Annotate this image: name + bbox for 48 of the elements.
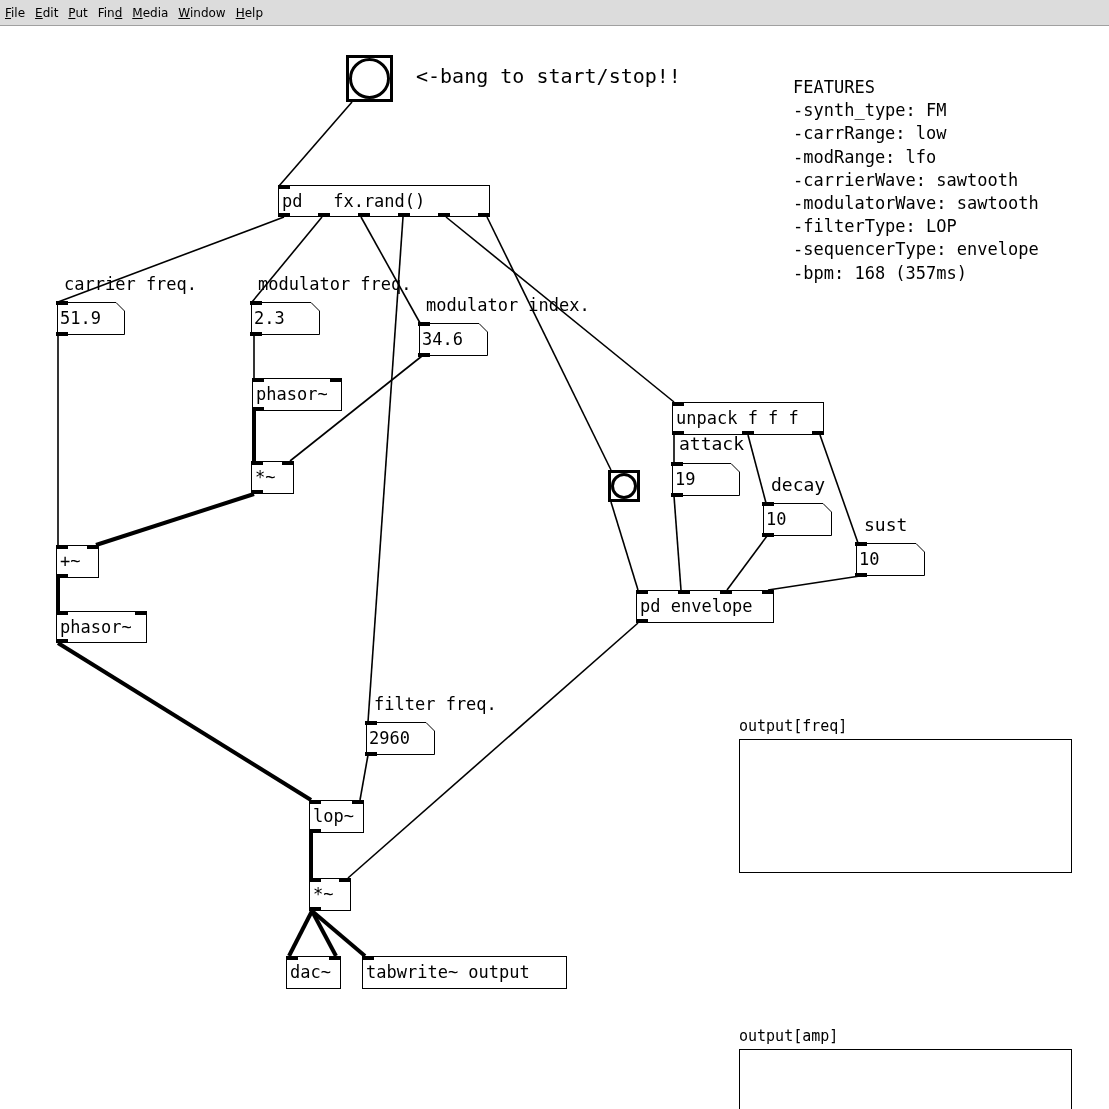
comment-text: sust <box>864 516 908 534</box>
bang-button[interactable] <box>346 55 393 102</box>
patch-cord <box>252 411 256 461</box>
menu-item[interactable]: Help <box>235 3 264 22</box>
comment-text: attack <box>679 435 745 453</box>
object-box[interactable]: pd envelope <box>636 590 774 623</box>
comment-text: decay <box>771 476 826 494</box>
object-box[interactable]: *~ <box>251 461 294 494</box>
object-box[interactable]: +~ <box>56 545 99 578</box>
comment-text: -modulatorWave: sawtooth <box>793 192 1039 215</box>
number-box[interactable]: 10 <box>856 543 925 576</box>
comment-text: -carrierWave: sawtooth <box>793 168 1020 192</box>
patch-cord <box>747 434 767 504</box>
menu-item[interactable]: Put <box>68 3 88 22</box>
comment-text: -bpm: 168 (357ms) <box>793 261 968 285</box>
bang-button[interactable] <box>608 470 640 502</box>
array-name: output[amp] <box>739 1029 840 1044</box>
comment-text: FEATURES <box>793 76 876 99</box>
menu-item[interactable]: File <box>5 3 26 22</box>
menu-item[interactable]: Window <box>178 3 226 22</box>
object-box[interactable]: phasor~ <box>252 378 342 411</box>
patch-cord <box>309 833 313 878</box>
comment-text: filter freq. <box>374 696 497 713</box>
menu-item[interactable]: Media <box>132 3 169 22</box>
comment-text: <-bang to start/stop!! <box>416 66 681 86</box>
menu-item[interactable]: Find <box>97 3 123 22</box>
object-box[interactable]: *~ <box>309 878 351 911</box>
object-box[interactable]: dac~ <box>286 956 341 989</box>
comment-text: -modRange: lfo <box>793 145 938 169</box>
comment-text: -carrRange: low <box>793 122 948 146</box>
number-box[interactable]: 34.6 <box>419 323 488 356</box>
comment-text: -filterType: LOP <box>793 215 958 239</box>
comment-text: -synth_type: FM <box>793 99 948 123</box>
number-box[interactable]: 19 <box>672 463 740 496</box>
comment-text: -sequencerType: envelope <box>793 238 1039 262</box>
array-name: output[freq] <box>739 719 849 734</box>
number-box[interactable]: 51.9 <box>57 302 125 335</box>
number-box[interactable]: 2960 <box>366 722 435 755</box>
object-box[interactable]: unpack f f f <box>672 402 824 435</box>
patch-cord <box>56 578 60 611</box>
number-box[interactable]: 2.3 <box>251 302 320 335</box>
number-box[interactable]: 10 <box>763 503 832 536</box>
object-box[interactable]: phasor~ <box>56 611 147 643</box>
object-box[interactable]: lop~ <box>309 800 364 833</box>
menu-item[interactable]: Edit <box>35 3 59 22</box>
object-box[interactable]: tabwrite~ output <box>362 956 567 989</box>
object-box[interactable]: pd fx.rand() <box>278 185 490 217</box>
array-graph[interactable] <box>739 739 1072 873</box>
